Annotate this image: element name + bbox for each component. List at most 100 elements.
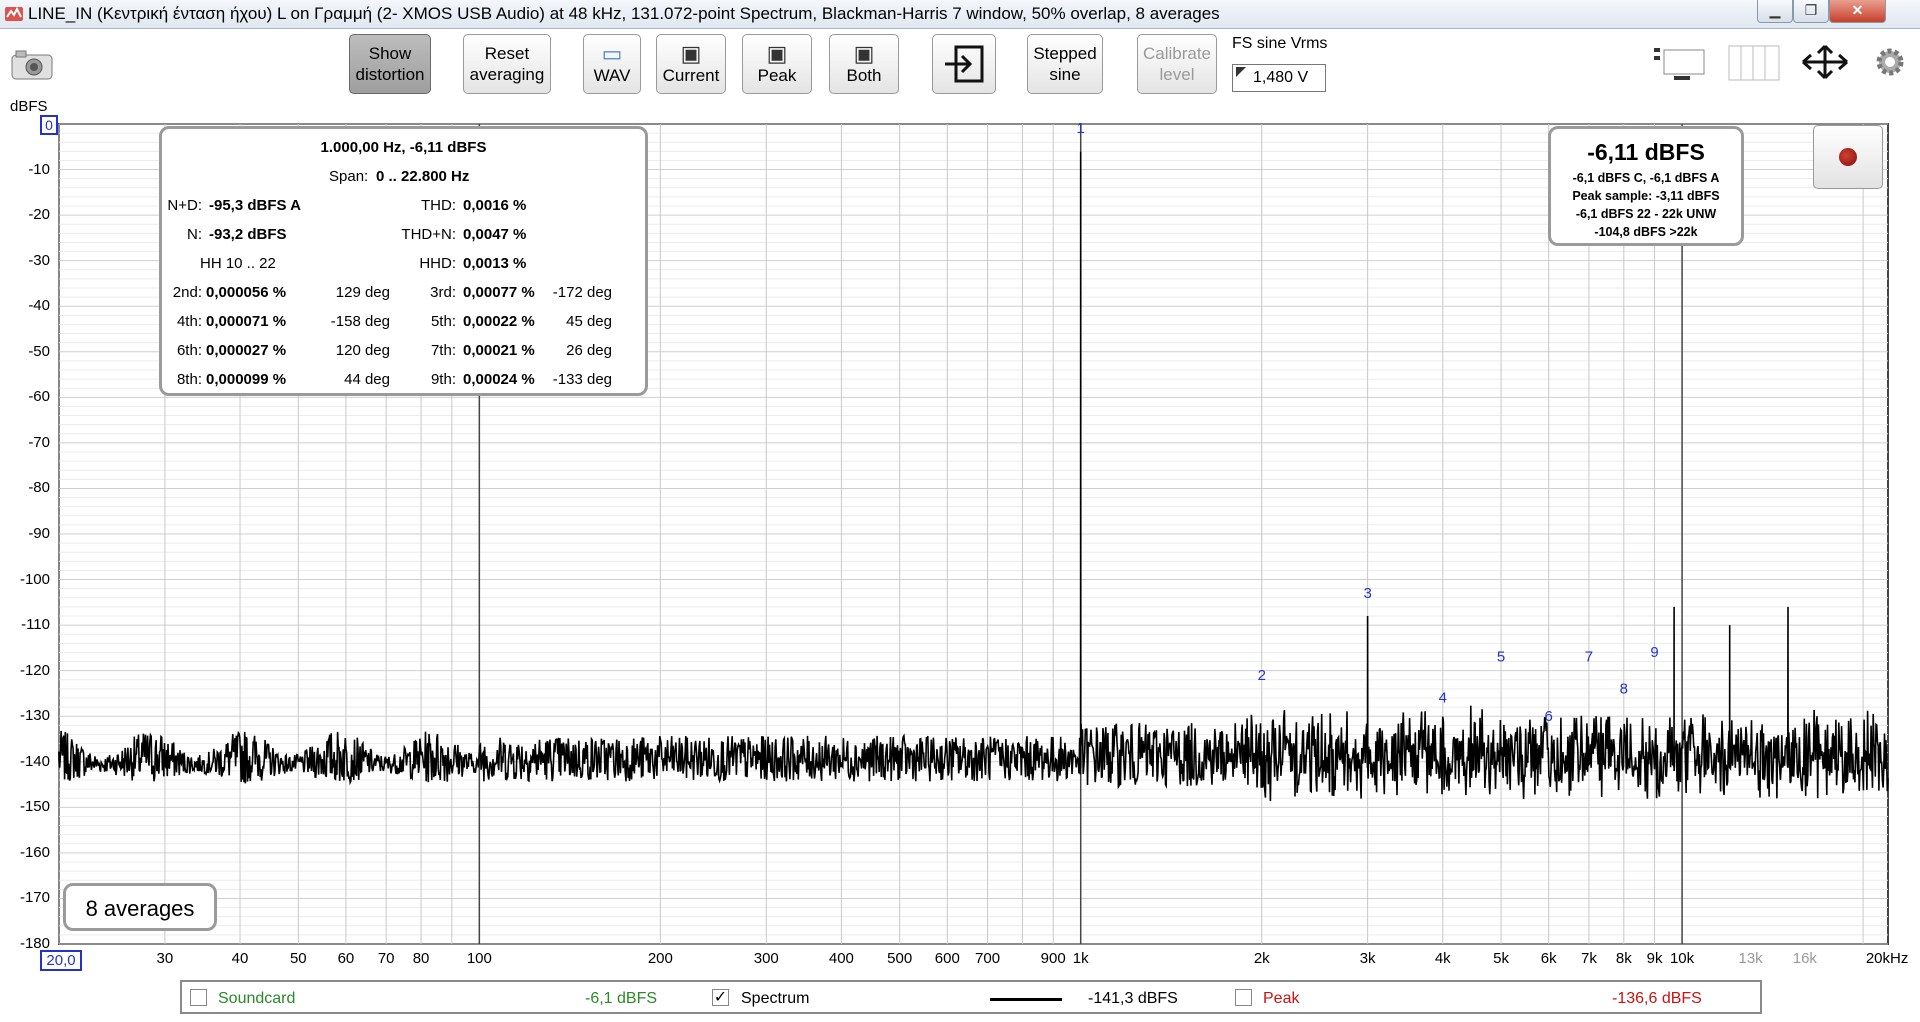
peak-label: Peak: [757, 65, 797, 85]
hhd-label: HHD:: [419, 255, 456, 272]
x-tick-label: 2k: [1253, 950, 1270, 967]
x-tick-label: 13k: [1738, 950, 1763, 967]
level-panel: -6,11 dBFS -6,1 dBFS C, -6,1 dBFS A Peak…: [1548, 126, 1744, 246]
y-tick-label: -80: [28, 479, 50, 497]
x-tick-label: 40: [231, 950, 249, 967]
save-icon: ▣: [766, 40, 788, 66]
calibrate-level-button[interactable]: Calibrate level: [1137, 34, 1217, 94]
y-axis-title: dBFS: [10, 98, 48, 115]
stepped-sine-button[interactable]: Stepped sine: [1027, 34, 1103, 94]
y-tick-label: -100: [19, 570, 50, 588]
y-tick-label: -10: [28, 160, 50, 178]
dropdown-corner-icon: [1236, 67, 1246, 77]
harmonic-marker: 3: [1363, 585, 1371, 602]
layout-icon[interactable]: [1652, 44, 1710, 82]
y-tick-label: -30: [28, 251, 50, 269]
legend-bar: Soundcard -6,1 dBFS ✓ Spectrum -141,3 dB…: [180, 980, 1762, 1014]
harmonic-cell: -158 deg: [330, 313, 390, 330]
reset-averaging-button[interactable]: Reset averaging: [463, 34, 551, 94]
harmonic-cell: 0,000056 %: [206, 284, 287, 301]
gear-icon[interactable]: [1872, 44, 1908, 80]
x-tick-label: 20,0: [40, 950, 82, 971]
record-button[interactable]: [1813, 125, 1883, 189]
harmonic-cell: -133 deg: [552, 371, 612, 388]
harmonic-marker: 4: [1439, 690, 1447, 707]
y-tick-label: -60: [28, 388, 50, 406]
n-value: -93,2 dBFS: [209, 226, 287, 243]
info-header: 1.000,00 Hz, -6,11 dBFS: [320, 139, 487, 156]
harmonic-cell: 6th:: [176, 342, 202, 359]
x-tick-label: 100: [466, 950, 492, 967]
y-tick-label: -50: [28, 342, 50, 360]
x-tick-label: 4k: [1434, 950, 1451, 967]
harmonic-marker: 8: [1620, 680, 1628, 697]
harmonic-cell: 44 deg: [344, 371, 390, 388]
x-tick-label: 20kHz: [1865, 950, 1909, 967]
y-tick-label: -140: [19, 752, 50, 770]
x-tick-label: 200: [647, 950, 673, 967]
x-tick-label: 400: [828, 950, 854, 967]
harmonic-cell: 3rd:: [430, 284, 456, 301]
averages-label: 8 averages: [85, 896, 195, 921]
wav-label: WAV: [593, 65, 631, 85]
peak-label: Peak: [1263, 990, 1300, 1007]
grid-columns-icon[interactable]: [1727, 44, 1781, 82]
fs-sine-label: FS sine Vrms: [1232, 35, 1328, 52]
wav-button[interactable]: ▭ WAV: [583, 34, 641, 94]
soundcard-checkbox[interactable]: [190, 989, 207, 1006]
x-tick-label: 10k: [1669, 950, 1695, 967]
folder-icon: ▭: [601, 40, 623, 66]
harmonic-cell: 0,000027 %: [206, 342, 287, 359]
harmonic-cell: 0,00024 %: [463, 371, 535, 388]
y-tick-label: -40: [28, 297, 50, 315]
show-distortion-button[interactable]: Show distortion: [349, 34, 431, 94]
record-icon: [1839, 148, 1857, 166]
y-tick-label: -120: [19, 661, 50, 679]
zoom-fit-icon[interactable]: [1799, 42, 1851, 82]
x-tick-label: 1k: [1072, 950, 1089, 967]
stepped-label-2: sine: [1049, 65, 1081, 84]
window-title: LINE_IN (Κεντρική ένταση ήχου) L on Γραμ…: [28, 4, 1220, 23]
spectrum-checkbox[interactable]: ✓: [712, 989, 729, 1006]
harmonic-marker: 7: [1585, 649, 1593, 666]
save-peak-button[interactable]: ▣ Peak: [742, 34, 812, 94]
maximize-button[interactable]: ❐: [1793, 0, 1829, 23]
harmonic-cell: 8th:: [176, 371, 202, 388]
peak-checkbox[interactable]: [1235, 989, 1252, 1006]
thdn-label: THD+N:: [401, 226, 456, 243]
harmonic-cell: -172 deg: [552, 284, 612, 301]
harmonic-cell: 0,00021 %: [463, 342, 535, 359]
spectrum-line-swatch: [990, 998, 1062, 1001]
span-value: 0 .. 22.800 Hz: [376, 168, 470, 185]
fs-sine-input[interactable]: 1,480 V: [1232, 64, 1326, 92]
x-tick-label: 300: [753, 950, 779, 967]
close-button[interactable]: ✕: [1829, 0, 1886, 23]
save-icon: ▣: [853, 40, 875, 66]
harmonic-cell: 26 deg: [566, 342, 612, 359]
harmonic-marker: 1: [1077, 120, 1085, 137]
harmonic-marker: 9: [1650, 644, 1658, 661]
thd-value: 0,0016 %: [463, 197, 527, 214]
calibrate-label-2: level: [1159, 65, 1195, 84]
input-select-button[interactable]: [932, 34, 996, 94]
nd-value: -95,3 dBFS A: [209, 197, 301, 214]
n-label: N:: [187, 226, 202, 243]
harmonic-cell: 2nd:: [172, 284, 202, 301]
harmonic-cell: 5th:: [430, 313, 456, 330]
harmonic-cell: 120 deg: [335, 342, 390, 359]
show-distortion-label-1: Show: [368, 44, 412, 63]
y-tick-label: -170: [19, 889, 50, 907]
stepped-label-1: Stepped: [1033, 44, 1097, 63]
hh-label: HH 10 .. 22: [200, 255, 276, 272]
level-main: -6,11 dBFS: [1587, 139, 1705, 165]
y-tick-label: 0: [40, 115, 58, 135]
y-tick-label: -90: [28, 525, 50, 542]
app-icon: [5, 6, 23, 21]
minimize-button[interactable]: ▁: [1757, 0, 1793, 23]
save-both-button[interactable]: ▣ Both: [829, 34, 899, 94]
save-current-button[interactable]: ▣ Current: [656, 34, 726, 94]
harmonic-cell: 0,000099 %: [206, 371, 287, 388]
level-line-3: -6,1 dBFS 22 - 22k UNW: [1575, 207, 1717, 221]
camera-icon[interactable]: [10, 49, 54, 81]
spectrum-value: -141,3 dBFS: [1088, 990, 1178, 1007]
